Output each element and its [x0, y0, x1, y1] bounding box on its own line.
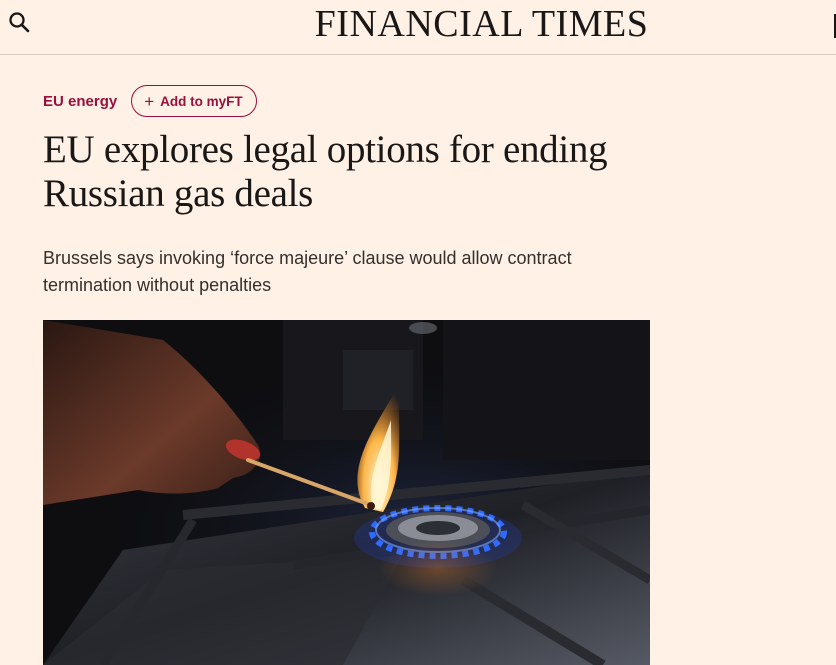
add-to-myft-label: Add to myFT [160, 93, 243, 109]
article-headline: EU explores legal options for ending Rus… [43, 128, 608, 215]
add-to-myft-button[interactable]: + Add to myFT [131, 85, 257, 117]
article-image [43, 320, 650, 665]
topic-link[interactable]: EU energy [43, 93, 117, 110]
masthead-logo[interactable]: FINANCIAL TIMES [0, 4, 836, 44]
topic-row: EU energy + Add to myFT [43, 84, 257, 118]
article-standfirst: Brussels says invoking ‘force majeure’ c… [43, 248, 572, 295]
plus-icon: + [144, 91, 155, 111]
top-navigation-bar: FINANCIAL TIMES [0, 0, 836, 55]
